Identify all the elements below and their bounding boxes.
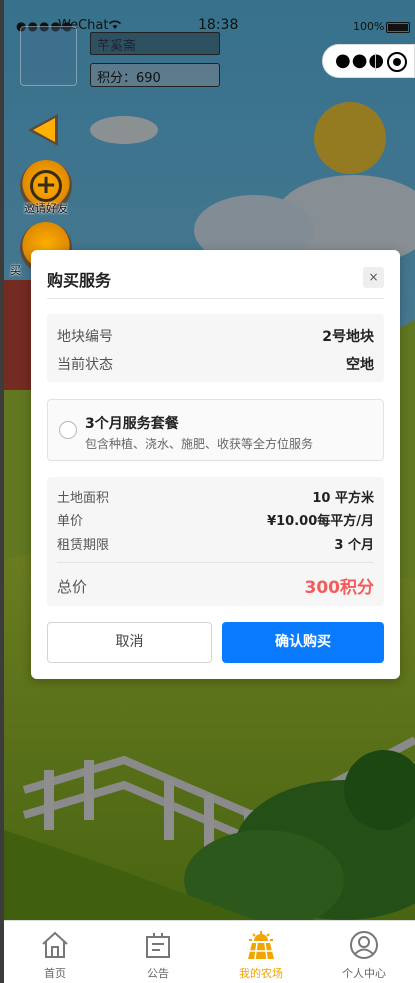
- tab-my-farm-label: 我的农场: [239, 967, 283, 980]
- unit-price-label: 单价: [57, 514, 84, 529]
- package-radio[interactable]: [59, 421, 77, 439]
- miniprogram-capsule: ●●●: [322, 44, 415, 78]
- points-display: 积分：690: [90, 63, 220, 87]
- tab-my-farm[interactable]: 我的农场: [210, 921, 312, 983]
- notice-icon: [146, 933, 170, 958]
- total-divider: [57, 562, 374, 563]
- tab-home-label: 首页: [44, 967, 66, 980]
- tab-profile[interactable]: 个人中心: [313, 921, 415, 983]
- bottom-tab-bar: 首页 公告 我的农场 个人中心: [4, 920, 415, 983]
- tab-notice[interactable]: 公告: [107, 921, 209, 983]
- plus-icon: +: [30, 170, 62, 202]
- user-icon: [350, 931, 378, 959]
- service-package-option[interactable]: 3个月服务套餐 包含种植、浇水、施肥、收获等全方位服务: [47, 399, 384, 461]
- home-icon: [42, 931, 68, 958]
- purchase-service-dialog: 购买服务 × 地块编号 2号地块 当前状态 空地 3个月服务套餐 包含种植、浇水…: [31, 250, 400, 679]
- package-description: 包含种植、浇水、施肥、收获等全方位服务: [85, 437, 314, 451]
- dialog-title: 购买服务: [47, 271, 112, 290]
- more-icon[interactable]: ●●●: [335, 52, 385, 70]
- tab-notice-label: 公告: [147, 967, 169, 980]
- plot-status-value: 空地: [346, 357, 374, 373]
- lease-term-label: 租赁期限: [57, 538, 110, 553]
- price-detail-panel: 土地面积 10 平方米 单价 ¥10.00每平方/月 租赁期限 3 个月 总价 …: [47, 477, 384, 606]
- app-screen: ●●●●● WeChat 18:38 100% ●●● 芊奚斋 积分：690 +…: [4, 0, 415, 983]
- plot-number-value: 2号地块: [322, 329, 374, 345]
- farm-icon: [248, 931, 274, 960]
- total-price: 300积分: [304, 578, 375, 598]
- capsule-divider: [375, 53, 376, 71]
- plot-status-label: 当前状态: [57, 357, 113, 373]
- plot-number-label: 地块编号: [57, 329, 113, 345]
- user-name: 芊奚斋: [90, 32, 220, 55]
- tab-profile-label: 个人中心: [342, 967, 386, 980]
- unit-price-value: ¥10.00每平方/月: [267, 514, 374, 529]
- title-divider: [47, 298, 384, 299]
- area-value: 10 平方米: [312, 491, 374, 506]
- shop-label: 买: [10, 264, 21, 277]
- battery-percentage: 100%: [353, 20, 385, 33]
- close-button[interactable]: ×: [363, 267, 384, 288]
- lease-term-value: 3 个月: [334, 538, 374, 553]
- clock: 18:38: [198, 17, 239, 33]
- tab-home[interactable]: 首页: [4, 921, 106, 983]
- back-arrow-icon[interactable]: [22, 108, 66, 152]
- wifi-icon: [108, 19, 122, 33]
- battery-icon: [386, 22, 410, 33]
- total-label: 总价: [57, 578, 88, 596]
- close-miniprogram-icon[interactable]: [387, 52, 407, 72]
- invite-friends-label: 邀请好友: [24, 202, 68, 215]
- confirm-purchase-button[interactable]: 确认购买: [222, 622, 384, 663]
- plot-info-panel: 地块编号 2号地块 当前状态 空地: [47, 314, 384, 382]
- cancel-button[interactable]: 取消: [47, 622, 212, 663]
- avatar[interactable]: [20, 26, 77, 86]
- package-title: 3个月服务套餐: [85, 416, 179, 432]
- area-label: 土地面积: [57, 491, 110, 506]
